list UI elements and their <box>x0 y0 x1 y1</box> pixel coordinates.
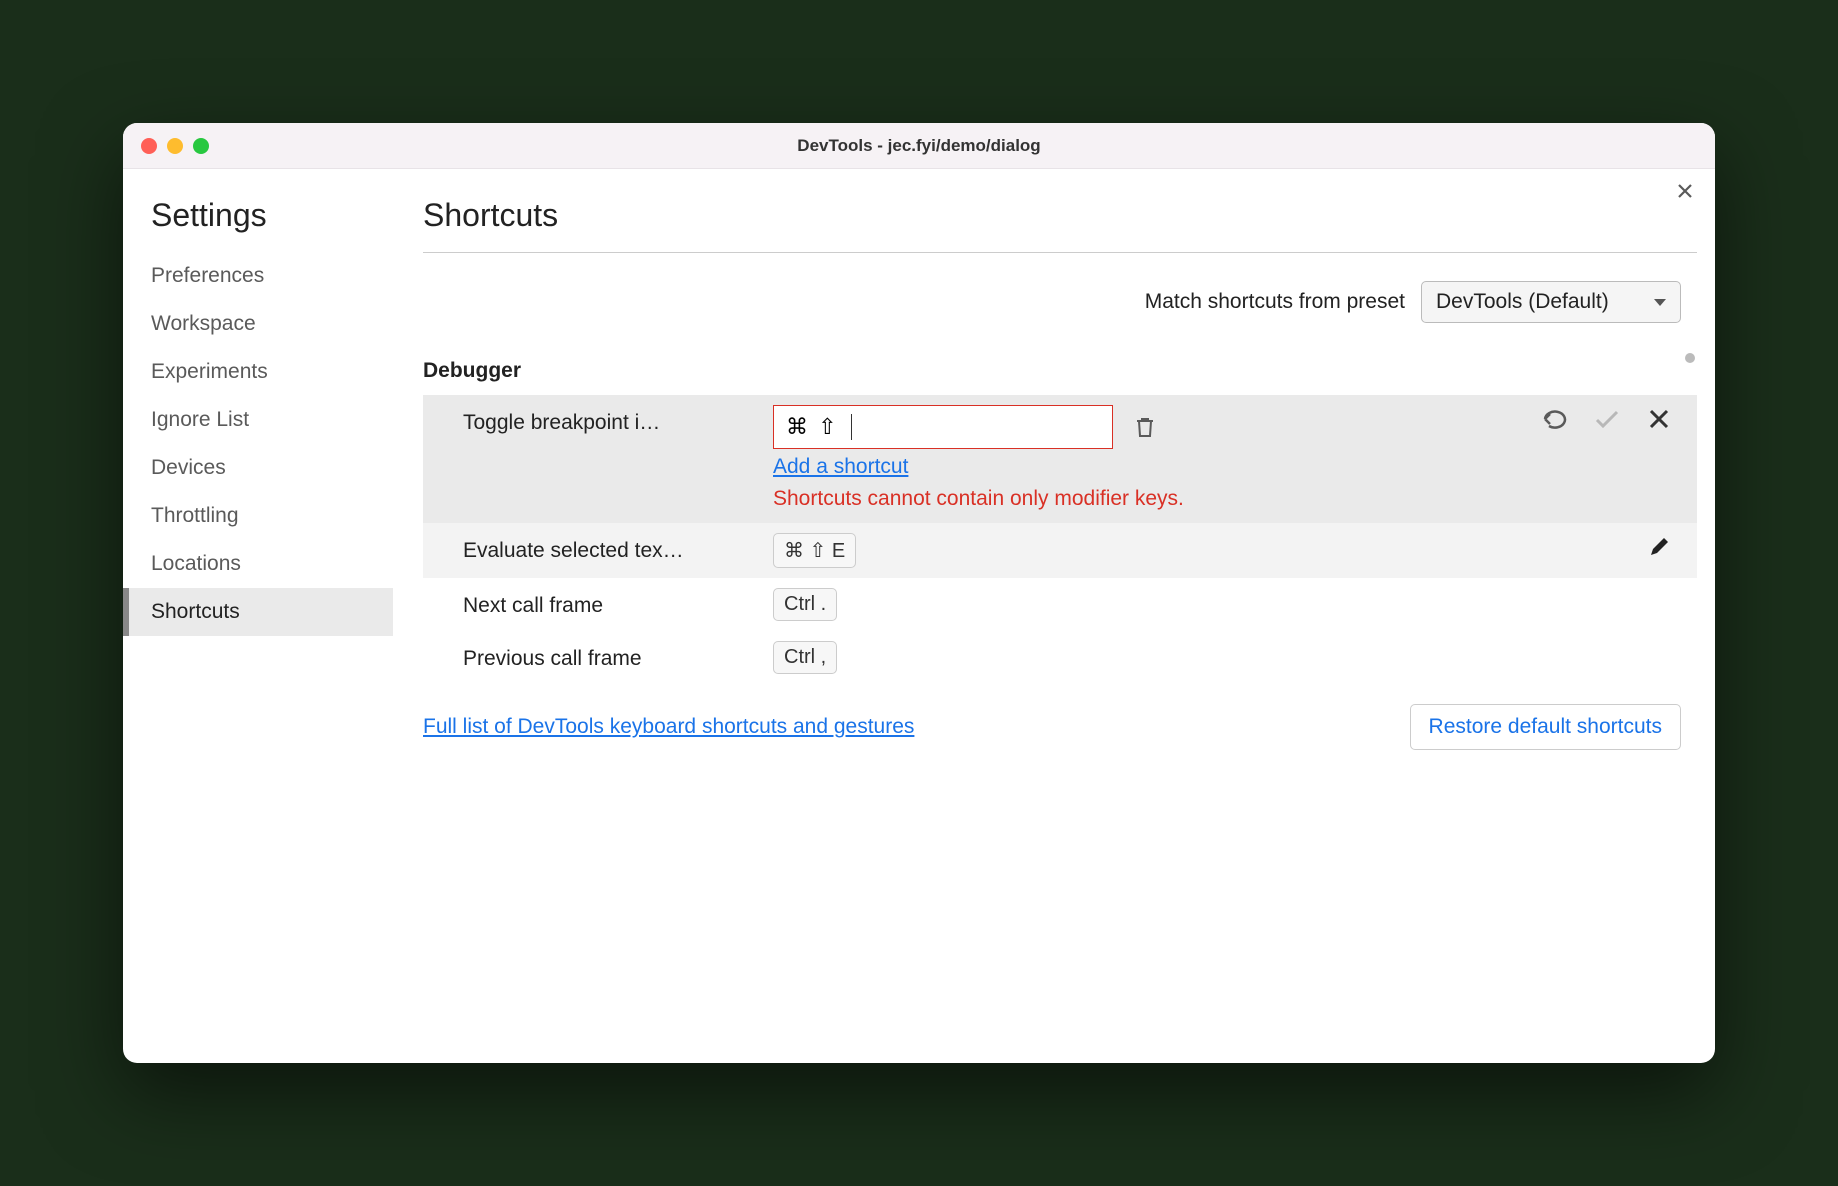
shortcut-label: Evaluate selected tex… <box>463 533 773 563</box>
add-shortcut-link[interactable]: Add a shortcut <box>773 455 1541 479</box>
shortcut-row-previous-call-frame: Previous call frame Ctrl , <box>423 631 1697 684</box>
preset-value: DevTools (Default) <box>1436 290 1609 314</box>
scrollbar-thumb[interactable] <box>1685 353 1695 363</box>
panel-heading: Shortcuts <box>423 197 1697 253</box>
preset-select[interactable]: DevTools (Default) <box>1421 281 1681 323</box>
sidebar-item-shortcuts[interactable]: Shortcuts <box>123 588 393 636</box>
chevron-down-icon <box>1654 299 1666 306</box>
titlebar: DevTools - jec.fyi/demo/dialog <box>123 123 1715 169</box>
shortcut-row-evaluate-selected: Evaluate selected tex… ⌘ ⇧ E <box>423 523 1697 578</box>
window-title: DevTools - jec.fyi/demo/dialog <box>123 136 1715 156</box>
shortcut-edit-area: ⌘ ⇧ Add a shortcut Shortcuts cannot cont… <box>773 405 1541 513</box>
shortcut-kbd: Ctrl , <box>773 641 837 674</box>
shortcut-kbd: Ctrl . <box>773 588 837 621</box>
shortcut-row-toggle-breakpoint: Toggle breakpoint i… ⌘ ⇧ Add a shortcut <box>423 395 1697 523</box>
shortcut-label: Toggle breakpoint i… <box>463 405 773 435</box>
edit-shortcut-button[interactable] <box>1645 533 1673 561</box>
edit-row-actions <box>1541 405 1681 437</box>
shortcut-label: Previous call frame <box>463 641 773 671</box>
sidebar-item-preferences[interactable]: Preferences <box>123 252 393 300</box>
settings-sidebar: Settings Preferences Workspace Experimen… <box>123 169 393 1063</box>
shortcut-error-text: Shortcuts cannot contain only modifier k… <box>773 485 1253 513</box>
preset-row: Match shortcuts from preset DevTools (De… <box>423 253 1697 351</box>
shortcut-input[interactable]: ⌘ ⇧ <box>773 405 1113 449</box>
restore-defaults-button[interactable]: Restore default shortcuts <box>1410 704 1681 750</box>
shortcut-label: Next call frame <box>463 588 773 618</box>
sidebar-item-ignore-list[interactable]: Ignore List <box>123 396 393 444</box>
text-cursor <box>851 414 853 440</box>
shortcut-kbd: ⌘ ⇧ E <box>773 533 856 568</box>
shortcut-row-next-call-frame: Next call frame Ctrl . <box>423 578 1697 631</box>
sidebar-item-devices[interactable]: Devices <box>123 444 393 492</box>
settings-body: Settings Preferences Workspace Experimen… <box>123 169 1715 1063</box>
shortcuts-footer: Full list of DevTools keyboard shortcuts… <box>423 684 1697 774</box>
section-debugger: Debugger <box>423 351 1697 395</box>
devtools-settings-window: DevTools - jec.fyi/demo/dialog Settings … <box>123 123 1715 1063</box>
undo-button[interactable] <box>1541 405 1569 433</box>
sidebar-item-experiments[interactable]: Experiments <box>123 348 393 396</box>
cancel-button[interactable] <box>1645 405 1673 433</box>
sidebar-item-throttling[interactable]: Throttling <box>123 492 393 540</box>
preset-label: Match shortcuts from preset <box>1145 290 1405 314</box>
shortcuts-panel: Shortcuts Match shortcuts from preset De… <box>393 169 1715 1063</box>
shortcuts-scroll-area: Debugger Toggle breakpoint i… ⌘ ⇧ <box>423 351 1697 1063</box>
delete-shortcut-button[interactable] <box>1131 413 1159 441</box>
full-list-link[interactable]: Full list of DevTools keyboard shortcuts… <box>423 715 914 739</box>
sidebar-title: Settings <box>123 197 393 252</box>
sidebar-item-locations[interactable]: Locations <box>123 540 393 588</box>
confirm-button[interactable] <box>1593 405 1621 433</box>
sidebar-item-workspace[interactable]: Workspace <box>123 300 393 348</box>
